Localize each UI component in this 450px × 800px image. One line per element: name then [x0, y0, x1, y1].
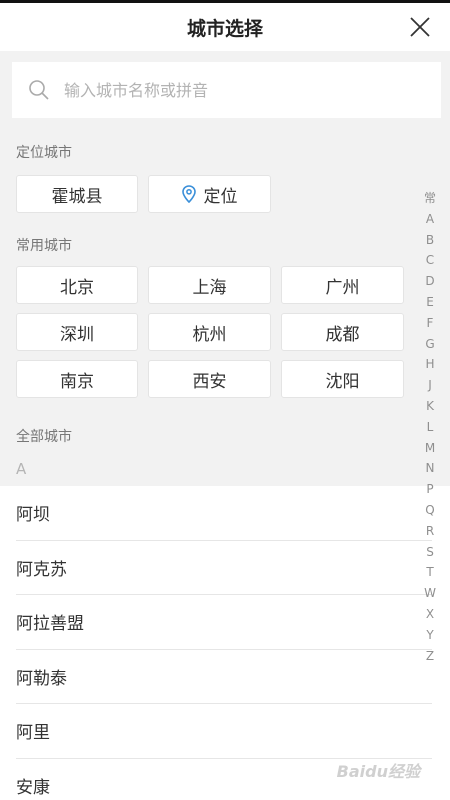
common-city-label: 成都 [325, 324, 360, 345]
index-letter[interactable]: S [426, 542, 434, 563]
common-city-label: 西安 [192, 371, 227, 392]
alphabet-index[interactable]: 常 A B C D E F G H J K L M N P Q R S T W … [422, 188, 438, 666]
index-letter[interactable]: 常 [424, 188, 436, 209]
common-city-label: 深圳 [60, 324, 94, 345]
common-city-button[interactable]: 南京 [16, 360, 138, 398]
common-city-label: 沈阳 [325, 371, 360, 392]
common-city-label: 广州 [325, 277, 360, 298]
city-list-item[interactable]: 阿勒泰 [16, 650, 432, 704]
index-letter[interactable]: W [424, 583, 436, 604]
search-bar[interactable] [12, 62, 441, 118]
index-letter[interactable]: T [426, 562, 433, 583]
index-letter[interactable]: Q [425, 500, 434, 521]
common-city-label: 北京 [60, 277, 94, 298]
index-letter[interactable]: H [425, 354, 434, 375]
city-list-item[interactable]: 阿坝 [16, 486, 432, 541]
index-letter[interactable]: X [426, 604, 434, 625]
common-city-button[interactable]: 成都 [281, 313, 404, 351]
page-title: 城市选择 [186, 17, 263, 40]
common-city-button[interactable]: 西安 [148, 360, 271, 398]
common-city-button[interactable]: 上海 [148, 266, 271, 304]
common-city-button[interactable]: 北京 [16, 266, 138, 304]
index-letter[interactable]: K [426, 396, 434, 417]
city-name: 阿克苏 [16, 559, 67, 580]
common-city-button[interactable]: 广州 [281, 266, 404, 304]
common-city-title: 常用城市 [16, 238, 72, 254]
search-input[interactable] [64, 80, 394, 100]
city-name: 阿坝 [16, 505, 50, 526]
close-icon[interactable] [408, 15, 432, 39]
common-city-button[interactable]: 沈阳 [281, 360, 404, 398]
index-letter[interactable]: R [426, 521, 434, 542]
common-city-button[interactable]: 深圳 [16, 313, 138, 351]
index-letter[interactable]: M [425, 438, 435, 459]
locate-label: 定位 [203, 186, 238, 207]
index-letter[interactable]: G [425, 334, 434, 355]
city-list-item[interactable]: 阿拉善盟 [16, 595, 432, 650]
index-letter[interactable]: N [426, 458, 435, 479]
index-letter[interactable]: E [426, 292, 434, 313]
location-pin-icon [181, 185, 196, 203]
city-list-item[interactable]: 阿克苏 [16, 541, 432, 595]
index-letter[interactable]: A [426, 209, 434, 230]
index-letter[interactable]: J [428, 375, 432, 396]
index-letter[interactable]: Z [426, 646, 434, 667]
index-letter[interactable]: L [427, 417, 434, 438]
locate-button[interactable]: 定位 [148, 175, 271, 213]
index-letter[interactable]: F [427, 313, 434, 334]
search-icon [29, 80, 49, 100]
index-letter[interactable]: B [426, 230, 434, 251]
index-letter[interactable]: D [425, 271, 434, 292]
header: 城市选择 [0, 3, 450, 51]
located-city-button[interactable]: 霍城县 [16, 175, 138, 213]
city-name: 阿拉善盟 [16, 614, 84, 635]
city-name: 阿里 [16, 723, 50, 744]
located-city-title: 定位城市 [16, 145, 72, 161]
all-city-title: 全部城市 [16, 429, 72, 445]
common-city-button[interactable]: 杭州 [148, 313, 271, 351]
index-letter[interactable]: C [426, 250, 434, 271]
common-city-label: 南京 [60, 371, 94, 392]
city-name: 阿勒泰 [16, 668, 67, 689]
index-letter[interactable]: P [426, 479, 433, 500]
group-letter-header: A [16, 460, 27, 478]
located-city-label: 霍城县 [51, 186, 103, 207]
watermark-logo: Baidu经验 [336, 762, 420, 781]
common-city-label: 杭州 [192, 324, 227, 345]
index-letter[interactable]: Y [426, 625, 433, 646]
city-list: 阿坝 阿克苏 阿拉善盟 阿勒泰 阿里 安康 [0, 486, 450, 800]
city-name: 安康 [16, 777, 50, 798]
common-city-label: 上海 [192, 277, 227, 298]
city-list-item[interactable]: 阿里 [16, 704, 432, 759]
